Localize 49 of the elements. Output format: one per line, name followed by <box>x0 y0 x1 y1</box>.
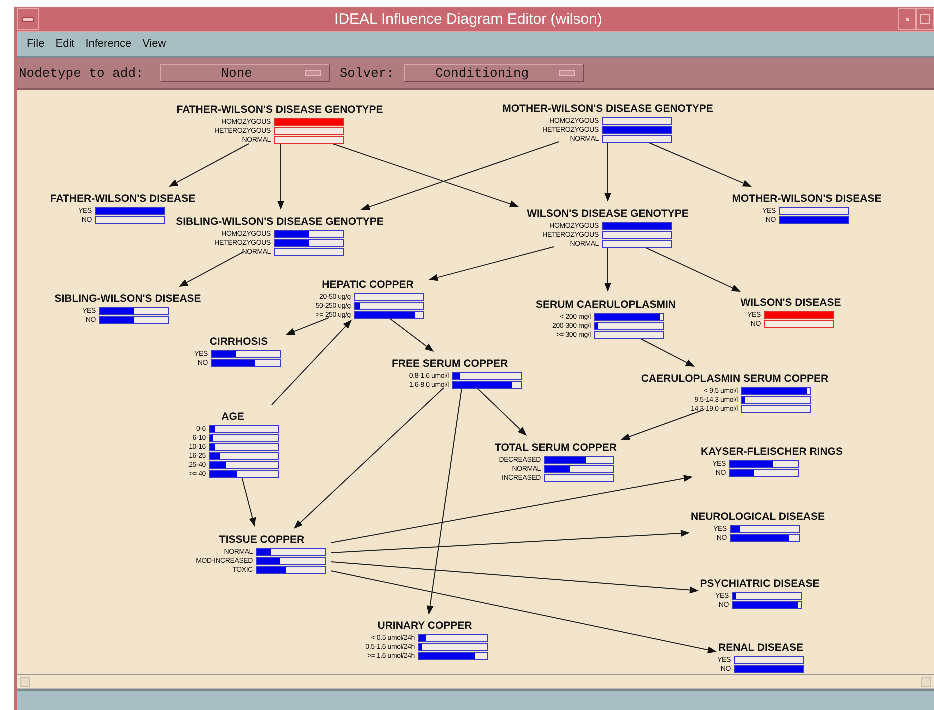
node-title[interactable]: CAERULOPLASMIN SERUM COPPER <box>641 373 829 385</box>
node-title[interactable]: AGE <box>222 411 244 423</box>
nodetype-dropdown[interactable]: None <box>160 64 330 82</box>
menu-item[interactable]: File <box>27 38 45 50</box>
arrow <box>476 388 527 436</box>
node-title[interactable]: KAYSER-FLEISCHER RINGS <box>701 446 843 458</box>
arrow <box>242 476 256 527</box>
arrow <box>278 144 284 210</box>
node-title[interactable]: FATHER-WILSON'S DISEASE <box>50 193 196 205</box>
node-title[interactable]: MOTHER-WILSON'S DISEASE GENOTYPE <box>502 103 714 115</box>
minimize-icon <box>906 18 908 20</box>
arrow <box>604 142 612 202</box>
node-title[interactable]: FREE SERUM COPPER <box>392 358 508 370</box>
node-title[interactable]: MOTHER-WILSON'S DISEASE <box>732 193 882 205</box>
node-title[interactable]: SIBLING-WILSON'S DISEASE GENOTYPE <box>176 216 384 228</box>
node-title[interactable]: TISSUE COPPER <box>219 534 305 546</box>
maximize-icon <box>920 14 930 24</box>
arrow <box>388 318 434 352</box>
dropdown-icon <box>559 70 576 76</box>
menu-item[interactable]: Inference <box>86 38 132 50</box>
window-menu-button[interactable] <box>17 8 39 30</box>
minimize-button[interactable] <box>898 8 916 30</box>
node-title[interactable]: RENAL DISEASE <box>718 642 804 654</box>
dropdown-icon <box>304 70 321 76</box>
menu-item[interactable]: Edit <box>56 38 75 50</box>
node-title[interactable]: URINARY COPPER <box>378 620 472 632</box>
nodetype-label: Nodetype to add: <box>19 66 144 80</box>
solver-label: Solver: <box>340 66 394 80</box>
window-title: IDEAL Influence Diagram Editor (wilson) <box>334 10 604 28</box>
node-title[interactable]: WILSON'S DISEASE <box>740 297 842 309</box>
node-title[interactable]: CIRRHOSIS <box>210 336 268 348</box>
horizontal-scrollbar[interactable] <box>17 674 934 689</box>
node-title[interactable]: FATHER-WILSON'S DISEASE GENOTYPE <box>176 104 384 116</box>
arrow <box>179 252 244 287</box>
scroll-right-icon[interactable] <box>921 676 931 686</box>
arrow <box>604 246 612 292</box>
node-title[interactable]: TOTAL SERUM COPPER <box>495 442 617 454</box>
node-title[interactable]: NEUROLOGICAL DISEASE <box>691 511 825 523</box>
node-title[interactable]: SERUM CAERULOPLASMIN <box>536 299 676 311</box>
maximize-button[interactable] <box>916 8 934 30</box>
node-title[interactable]: PSYCHIATRIC DISEASE <box>700 578 820 590</box>
node-title[interactable]: WILSON'S DISEASE GENOTYPE <box>527 208 689 220</box>
arrow <box>638 338 695 367</box>
scroll-left-icon[interactable] <box>20 676 30 686</box>
node-title[interactable]: HEPATIC COPPER <box>322 279 414 291</box>
minimize-icon <box>22 16 34 22</box>
node-title[interactable]: SIBLING-WILSON'S DISEASE <box>54 293 202 305</box>
menu-item[interactable]: View <box>142 38 166 50</box>
solver-dropdown[interactable]: Conditioning <box>404 64 584 82</box>
